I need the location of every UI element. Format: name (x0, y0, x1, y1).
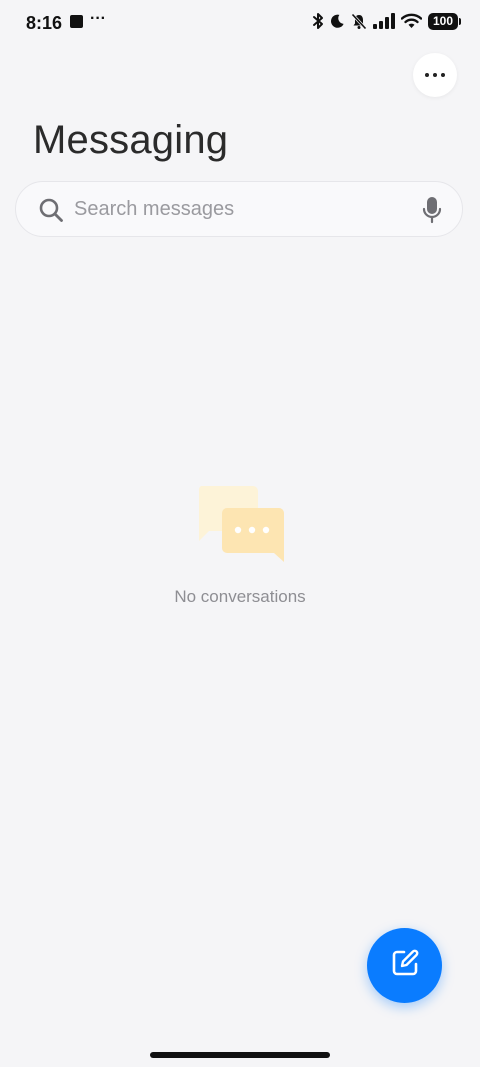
page-title: Messaging (33, 118, 229, 162)
chat-bubbles-icon (195, 484, 287, 564)
status-icons: 100 (312, 12, 461, 30)
more-dot (441, 73, 445, 77)
compose-button[interactable] (367, 928, 442, 1003)
home-indicator[interactable] (150, 1052, 330, 1058)
wifi-icon (401, 13, 422, 29)
more-options-button[interactable] (413, 53, 457, 97)
search-icon (38, 197, 64, 228)
moon-icon (330, 13, 345, 29)
search-input[interactable] (74, 196, 404, 222)
bell-off-icon (351, 12, 367, 30)
notification-app-icon (70, 15, 83, 28)
status-bar: 8:16 ··· 100 (0, 0, 480, 46)
compose-icon (390, 948, 420, 983)
more-notifications-indicator: ··· (90, 10, 106, 27)
bluetooth-icon (312, 12, 324, 30)
empty-state-text: No conversations (174, 587, 306, 606)
status-time: 8:16 (26, 13, 63, 33)
more-horizontal-icon (425, 73, 429, 77)
more-dot (433, 73, 437, 77)
search-bar[interactable] (15, 181, 463, 237)
battery-icon: 100 (428, 12, 461, 30)
signal-icon (373, 13, 395, 29)
microphone-icon[interactable] (422, 196, 442, 229)
